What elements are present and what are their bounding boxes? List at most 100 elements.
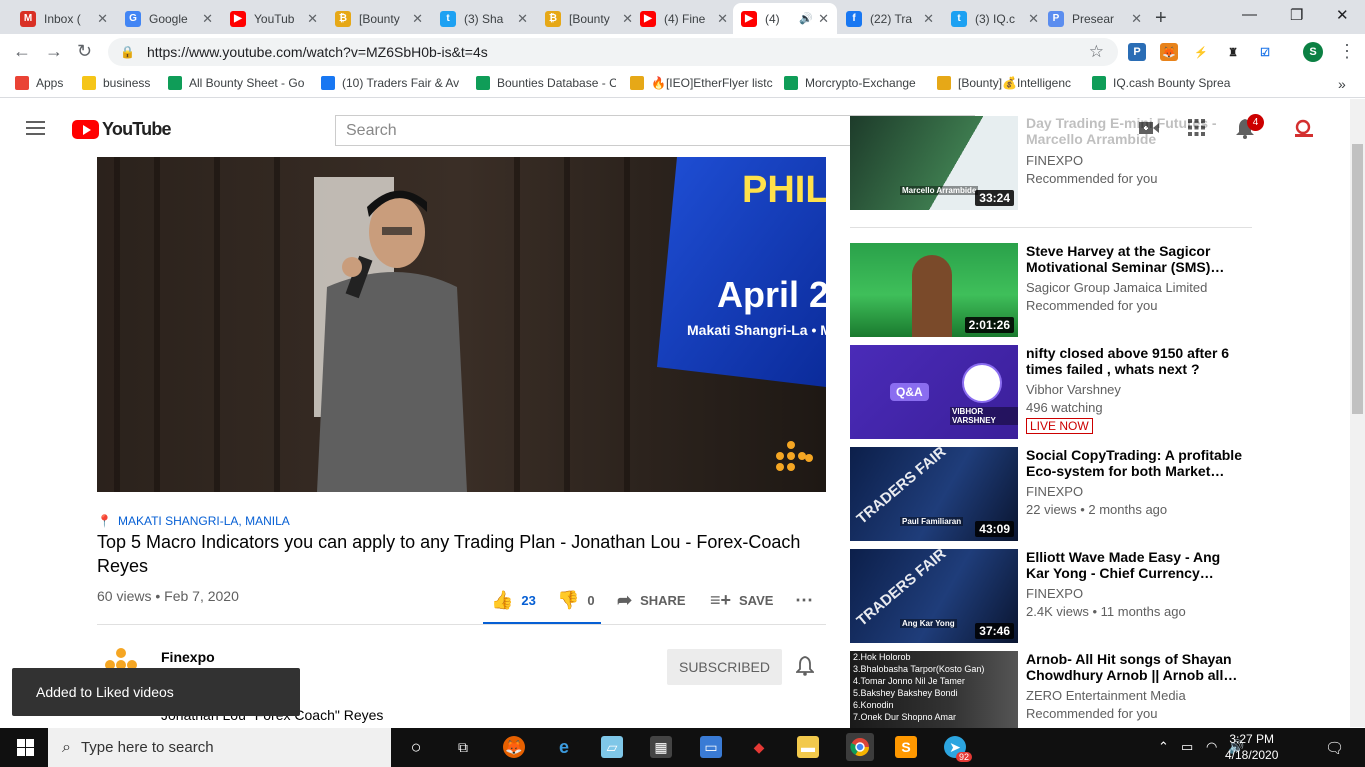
address-bar[interactable]: 🔒 https://www.youtube.com/watch?v=MZ6SbH…	[108, 38, 1118, 66]
bookmark-item[interactable]: IQ.cash Bounty Sprea	[1092, 76, 1232, 90]
browser-tab[interactable]: f (22) Tra ✕	[838, 3, 942, 34]
recommended-video[interactable]: Paul Familiaran TRADERS FAIR 43:09 Social C…	[850, 447, 1260, 541]
action-center-icon[interactable]: 🗨	[1325, 739, 1344, 757]
recommended-title[interactable]: Steve Harvey at the Sagicor Motivational…	[1026, 243, 1246, 275]
recommended-channel[interactable]: FINEXPO	[1026, 153, 1083, 168]
video-location-link[interactable]: 📍 MAKATI SHANGRI-LA, MANILA	[97, 514, 290, 528]
new-tab-button[interactable]: +	[1155, 7, 1167, 30]
anydesk-icon[interactable]: ◆	[748, 736, 770, 758]
maximize-icon[interactable]: ❐	[1290, 6, 1303, 24]
notes-app-icon[interactable]: ▭	[700, 736, 722, 758]
recommended-video[interactable]: VIBHOR VARSHNEY Q&A nifty closed above 915…	[850, 345, 1260, 439]
save-button[interactable]: ≡+ SAVE	[710, 590, 773, 611]
share-button[interactable]: ➦ SHARE	[617, 590, 686, 611]
recommended-title[interactable]: Social CopyTrading: A profitable Eco-sys…	[1026, 447, 1246, 479]
bookmark-item[interactable]: Bounties Database - C	[476, 76, 616, 90]
recommended-title[interactable]: nifty closed above 9150 after 6 times fa…	[1026, 345, 1246, 377]
dislike-button[interactable]: 👎 0	[557, 590, 595, 611]
file-explorer-icon[interactable]: ▬	[797, 736, 819, 758]
close-tab-icon[interactable]: ✕	[717, 11, 728, 27]
reload-icon[interactable]: ↻	[77, 41, 92, 62]
bookmark-item[interactable]: (10) Traders Fair & Av	[321, 76, 466, 90]
bookmark-item[interactable]: Apps	[15, 76, 75, 90]
recommended-channel[interactable]: Sagicor Group Jamaica Limited	[1026, 280, 1207, 295]
like-button[interactable]: 👍 23	[491, 590, 536, 611]
search-input[interactable]: Search	[335, 115, 911, 146]
bookmark-item[interactable]: [Bounty]💰Intelligenc	[937, 76, 1082, 90]
video-thumbnail[interactable]: Ang Kar Yong TRADERS FAIR 37:46	[850, 549, 1018, 643]
browser-tab[interactable]: t (3) Sha ✕	[432, 3, 536, 34]
more-bookmarks-icon[interactable]: »	[1338, 76, 1346, 92]
bookmark-item[interactable]: Morcrypto-Exchange	[784, 76, 924, 90]
cortana-icon[interactable]: ○	[405, 736, 427, 758]
edge-icon[interactable]: e	[553, 736, 575, 758]
recommended-video[interactable]: Ang Kar Yong TRADERS FAIR 37:46 Elliott Wav…	[850, 549, 1260, 643]
recommended-title[interactable]: Arnob- All Hit songs of Shayan Chowdhury…	[1026, 651, 1246, 683]
close-tab-icon[interactable]: ✕	[1028, 11, 1039, 27]
browser-tab[interactable]: t (3) IQ.c ✕	[943, 3, 1047, 34]
close-tab-icon[interactable]: ✕	[412, 11, 423, 27]
recommended-channel[interactable]: ZERO Entertainment Media	[1026, 688, 1186, 703]
bookmark-item[interactable]: All Bounty Sheet - Go	[168, 76, 308, 90]
audio-playing-icon[interactable]: 🔊	[799, 12, 813, 25]
minimize-icon[interactable]: —	[1242, 6, 1257, 23]
browser-tab[interactable]: ₿ [Bounty ✕	[327, 3, 431, 34]
close-tab-icon[interactable]: ✕	[1131, 11, 1142, 27]
chrome-icon[interactable]	[846, 733, 874, 761]
close-tab-icon[interactable]: ✕	[923, 11, 934, 27]
checklist-extension-icon[interactable]: ☑	[1256, 43, 1274, 61]
forward-icon[interactable]: →	[45, 41, 63, 62]
task-view-icon[interactable]: ⧉	[452, 736, 474, 758]
close-window-icon[interactable]: ✕	[1336, 6, 1349, 24]
moonlet-extension-icon[interactable]: ♜	[1224, 43, 1242, 61]
profile-avatar[interactable]: S	[1303, 42, 1323, 62]
bookmark-star-icon[interactable]: ☆	[1089, 42, 1104, 62]
video-thumbnail[interactable]: Marcello Arrambide 33:24	[850, 116, 1018, 210]
video-thumbnail[interactable]: 2:01:26	[850, 243, 1018, 337]
app-icon[interactable]: ▱	[601, 736, 623, 758]
recommended-channel[interactable]: FINEXPO	[1026, 484, 1083, 499]
browser-tab[interactable]: ▶ (4) Fine ✕	[632, 3, 736, 34]
tray-chevron-icon[interactable]: ⌃	[1158, 739, 1169, 755]
browser-tab[interactable]: ▶ YouTub ✕	[222, 3, 326, 34]
sublime-text-icon[interactable]: S	[895, 736, 917, 758]
system-clock[interactable]: 3:27 PM 4/18/2020	[1225, 731, 1278, 763]
wifi-icon[interactable]: ◠	[1206, 739, 1217, 755]
close-tab-icon[interactable]: ✕	[97, 11, 108, 27]
firefox-icon[interactable]: 🦊	[503, 736, 525, 758]
metamask-extension-icon[interactable]: 🦊	[1160, 43, 1178, 61]
windows-start-icon[interactable]	[14, 736, 36, 758]
video-player[interactable]: PHIL April 25 Makati Shangri-La • Ma	[97, 157, 826, 492]
menu-dots-icon[interactable]: ⋮	[1338, 41, 1356, 62]
channel-name[interactable]: Finexpo	[161, 649, 215, 665]
close-tab-icon[interactable]: ✕	[307, 11, 318, 27]
lightning-extension-icon[interactable]: ⚡	[1192, 43, 1210, 61]
video-thumbnail[interactable]: VIBHOR VARSHNEY Q&A	[850, 345, 1018, 439]
recommended-video[interactable]: Marcello Arrambide 33:24 Day Trading E-min…	[850, 115, 1260, 210]
taskbar-search-input[interactable]: ⌕ Type here to search	[48, 728, 391, 767]
page-scrollbar[interactable]	[1350, 99, 1365, 727]
scrollbar-thumb[interactable]	[1352, 144, 1363, 414]
browser-tab[interactable]: ▶ (4) 🔊 ✕	[733, 3, 837, 34]
close-tab-icon[interactable]: ✕	[818, 11, 829, 27]
recommended-title[interactable]: Elliott Wave Made Easy - Ang Kar Yong - …	[1026, 549, 1246, 581]
bookmark-item[interactable]: business	[82, 76, 162, 90]
browser-tab[interactable]: M Inbox (✕	[12, 3, 116, 34]
hamburger-menu-icon[interactable]	[26, 121, 45, 139]
browser-tab[interactable]: P Presear ✕	[1040, 3, 1150, 34]
channel-bell-icon[interactable]	[794, 656, 816, 681]
calculator-icon[interactable]: ▦	[650, 736, 672, 758]
back-icon[interactable]: ←	[13, 41, 31, 62]
recommended-channel[interactable]: Vibhor Varshney	[1026, 382, 1121, 397]
browser-tab[interactable]: ₿ [Bounty ✕	[537, 3, 641, 34]
presearch-extension-icon[interactable]: P	[1128, 43, 1146, 61]
browser-tab[interactable]: G Google ✕	[117, 3, 221, 34]
youtube-logo[interactable]: YouTube	[72, 119, 172, 140]
recommended-channel[interactable]: FINEXPO	[1026, 586, 1083, 601]
recommended-video[interactable]: 2:01:26 Steve Harvey at the Sagicor Motiv…	[850, 243, 1260, 337]
battery-icon[interactable]: ▭	[1181, 739, 1193, 755]
account-avatar[interactable]	[1292, 117, 1316, 146]
subscribed-button[interactable]: SUBSCRIBED	[667, 649, 782, 685]
video-thumbnail[interactable]: Paul Familiaran TRADERS FAIR 43:09	[850, 447, 1018, 541]
lock-icon[interactable]: 🔒	[120, 45, 135, 59]
